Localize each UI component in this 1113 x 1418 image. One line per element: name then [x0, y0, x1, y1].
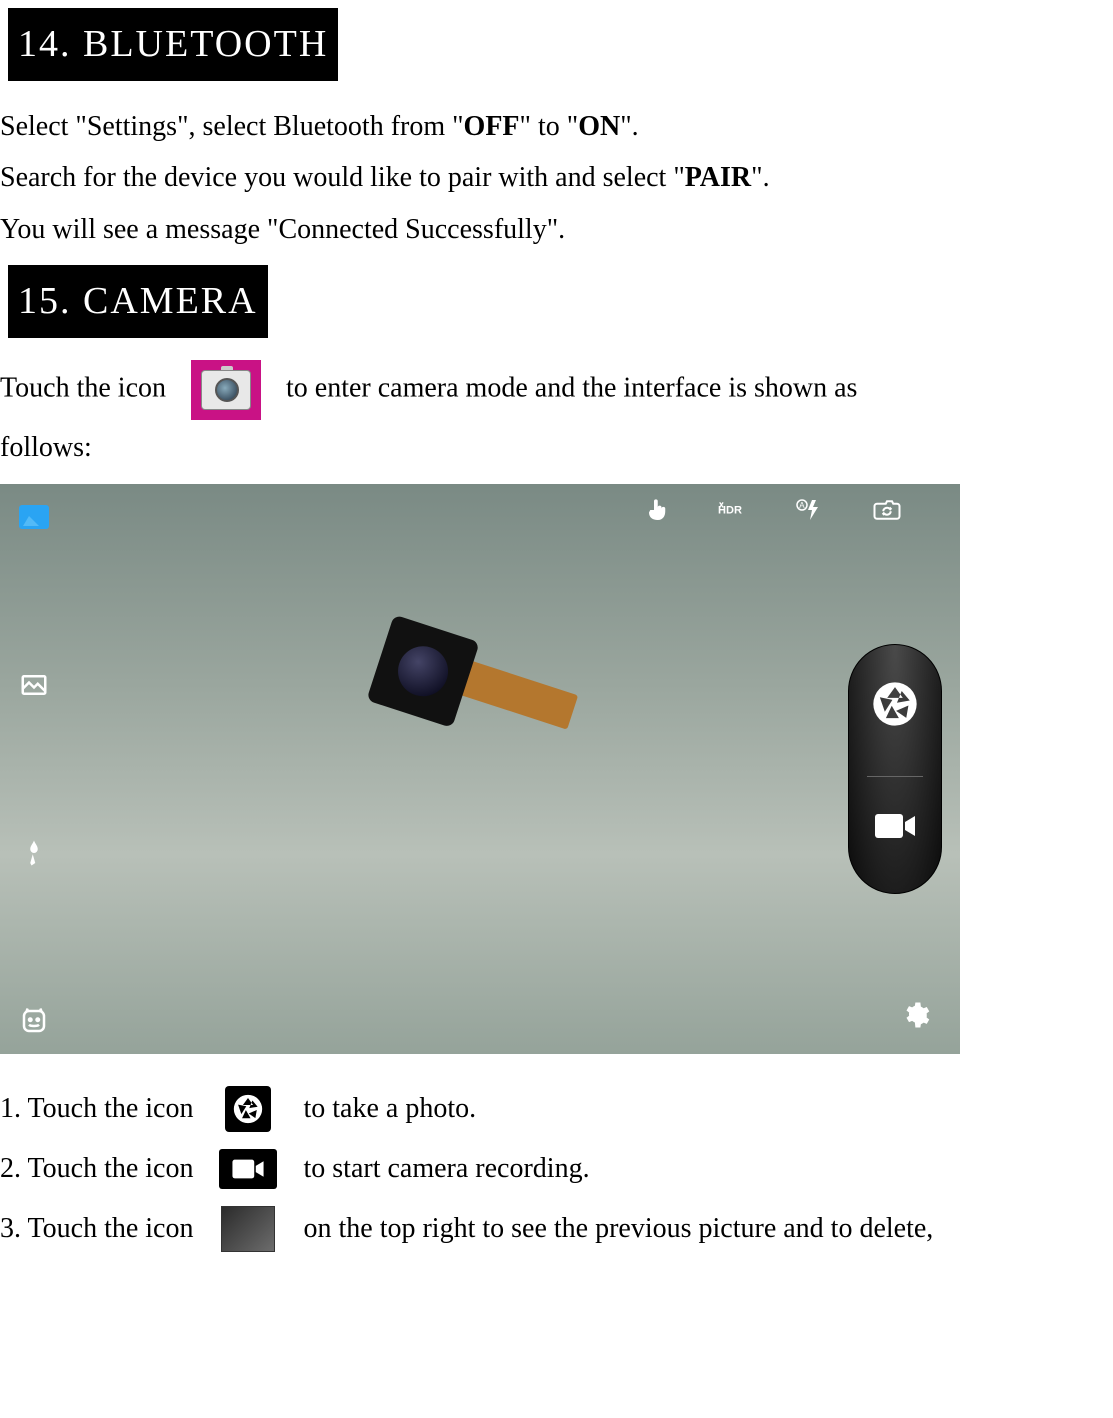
instr-1-after: to take a photo.	[303, 1085, 476, 1133]
section-14-heading: 14. BLUETOOTH	[8, 8, 338, 81]
shutter-button[interactable]	[869, 678, 921, 746]
camera-top-toolbar: HDR A	[0, 484, 960, 536]
instr-2-after: to start camera recording.	[303, 1145, 589, 1193]
instruction-row-1: 1. Touch the icon to take a photo.	[0, 1084, 1113, 1134]
section-15-heading: 15. CAMERA	[8, 265, 268, 338]
settings-gear-icon[interactable]	[898, 998, 932, 1032]
video-icon	[217, 1144, 279, 1194]
picture-frame-icon[interactable]	[17, 668, 51, 702]
camera-left-toolbar	[10, 496, 58, 1042]
bt-line2-a: Search for the device you would like to …	[0, 162, 685, 193]
shutter-panel	[848, 644, 942, 894]
video-record-button[interactable]	[871, 808, 919, 860]
bt-line2-b: ".	[751, 162, 769, 193]
instr-2-before: 2. Touch the icon	[0, 1145, 193, 1193]
preview-thumbnail-icon	[217, 1204, 279, 1254]
camera-intro-follows: follows:	[0, 424, 1113, 472]
bt-on: ON	[578, 111, 620, 142]
bt-off: OFF	[464, 111, 520, 142]
camera-module-subject	[366, 586, 593, 762]
switch-camera-icon[interactable]	[870, 493, 904, 527]
camera-intro-before: Touch the icon	[0, 372, 166, 403]
bluetooth-line-2: Search for the device you would like to …	[0, 154, 1113, 202]
svg-text:A: A	[799, 501, 805, 510]
bt-pair: PAIR	[685, 162, 751, 193]
gesture-capture-icon[interactable]	[642, 493, 676, 527]
flash-auto-icon[interactable]: A	[794, 493, 828, 527]
camera-interface-screenshot: HDR A	[0, 484, 960, 1054]
instr-1-before: 1. Touch the icon	[0, 1085, 193, 1133]
bt-line1-b: " to "	[520, 111, 579, 142]
shutter-divider	[867, 776, 922, 777]
bluetooth-line-3: You will see a message "Connected Succes…	[0, 206, 1113, 254]
instr-3-before: 3. Touch the icon	[0, 1205, 193, 1253]
instruction-row-2: 2. Touch the icon to start camera record…	[0, 1144, 1113, 1194]
face-mode-icon[interactable]	[17, 1004, 51, 1038]
bt-line1-a: Select "Settings", select Bluetooth from…	[0, 111, 464, 142]
instr-3-after: on the top right to see the previous pic…	[303, 1205, 933, 1253]
instruction-row-3: 3. Touch the icon on the top right to se…	[0, 1204, 1113, 1254]
bt-line1-c: ".	[620, 111, 638, 142]
beauty-mode-icon[interactable]	[17, 836, 51, 870]
hdr-icon[interactable]: HDR	[718, 493, 752, 527]
camera-intro-after: to enter camera mode and the interface i…	[286, 372, 857, 403]
bluetooth-line-1: Select "Settings", select Bluetooth from…	[0, 103, 1113, 151]
camera-intro-line: Touch the icon to enter camera mode and …	[0, 360, 1113, 420]
camera-app-icon	[191, 360, 261, 420]
shutter-icon	[217, 1084, 279, 1134]
